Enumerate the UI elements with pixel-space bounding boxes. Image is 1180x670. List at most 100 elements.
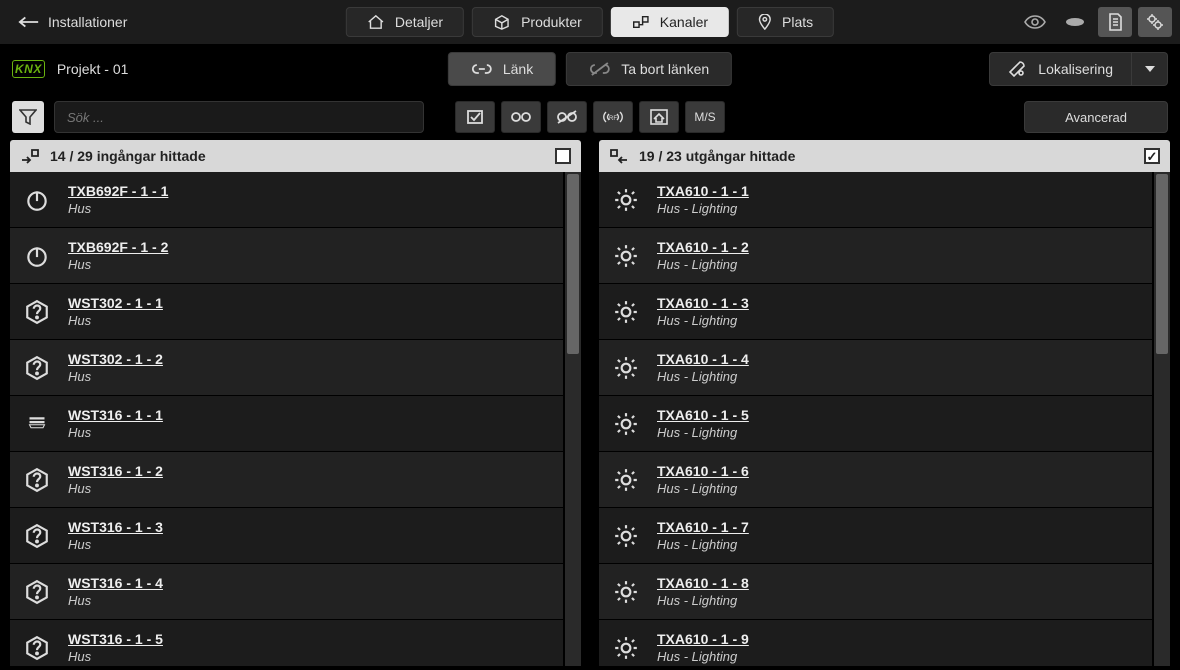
item-subtitle: Hus — [68, 257, 168, 272]
connector-icon — [1064, 16, 1086, 28]
inputs-scrollbar[interactable] — [565, 172, 581, 666]
item-subtitle: Hus - Lighting — [657, 201, 749, 216]
filter-ms-button[interactable]: M/S — [685, 101, 725, 133]
light-icon — [613, 299, 639, 325]
item-title: TXA610 - 1 - 9 — [657, 631, 749, 647]
pin-icon — [758, 14, 772, 30]
inputs-header-text: 14 / 29 ingångar hittade — [50, 148, 206, 164]
outputs-arrow-icon — [609, 148, 629, 164]
unlink-label: Ta bort länken — [621, 61, 709, 77]
nav-plats[interactable]: Plats — [737, 7, 834, 37]
outputs-select-all-checkbox[interactable] — [1144, 148, 1160, 164]
question-icon — [24, 299, 50, 325]
list-item[interactable]: WST316 - 1 - 3Hus — [10, 508, 563, 564]
item-subtitle: Hus - Lighting — [657, 369, 749, 384]
link-icon — [471, 63, 493, 75]
settings-icon-button[interactable] — [1138, 7, 1172, 37]
list-item[interactable]: WST316 - 1 - 5Hus — [10, 620, 563, 666]
localize-label: Lokalisering — [1038, 61, 1113, 77]
nav-kanaler-label: Kanaler — [660, 14, 708, 30]
unlink-button[interactable]: Ta bort länken — [566, 52, 732, 86]
item-title: TXA610 - 1 - 1 — [657, 183, 749, 199]
list-item[interactable]: TXA610 - 1 - 6 Hus - Lighting — [599, 452, 1152, 508]
link-button[interactable]: Länk — [448, 52, 556, 86]
list-item[interactable]: TXB692F - 1 - 1Hus — [10, 172, 563, 228]
back-button[interactable]: Installationer — [8, 8, 137, 36]
eye-icon — [1024, 15, 1046, 29]
list-item[interactable]: TXA610 - 1 - 9 Hus - Lighting — [599, 620, 1152, 666]
light-icon — [613, 411, 639, 437]
filter-unlinked-button[interactable] — [547, 101, 587, 133]
item-subtitle: Hus - Lighting — [657, 481, 749, 496]
list-item[interactable]: TXA610 - 1 - 2Hus - Lighting — [599, 228, 1152, 284]
light-icon — [613, 187, 639, 213]
document-icon-button[interactable] — [1098, 7, 1132, 37]
filter-button[interactable] — [12, 101, 44, 133]
item-title: TXA610 - 1 - 5 — [657, 407, 749, 423]
back-arrow-icon — [18, 15, 40, 29]
nav-produkter-label: Produkter — [521, 14, 582, 30]
ms-label: M/S — [694, 110, 715, 124]
blinds-icon — [24, 411, 50, 437]
inputs-select-all-checkbox[interactable] — [555, 148, 571, 164]
inputs-list[interactable]: TXB692F - 1 - 1HusTXB692F - 1 - 2HusWST3… — [10, 172, 565, 666]
localize-dropdown[interactable] — [1132, 52, 1168, 86]
item-title: WST316 - 1 - 3 — [68, 519, 163, 535]
advanced-label: Avancerad — [1065, 110, 1127, 125]
power-icon — [24, 187, 50, 213]
list-item[interactable]: WST316 - 1 - 4Hus — [10, 564, 563, 620]
item-title: TXA610 - 1 - 3 — [657, 295, 749, 311]
house-icon — [367, 14, 385, 30]
localize-button[interactable]: Lokalisering — [989, 52, 1132, 86]
box-icon — [493, 14, 511, 30]
unlink-icon — [589, 62, 611, 76]
filter-rf-button[interactable]: RF — [593, 101, 633, 133]
light-icon — [613, 523, 639, 549]
item-subtitle: Hus — [68, 649, 163, 664]
item-title: WST316 - 1 - 4 — [68, 575, 163, 591]
item-subtitle: Hus - Lighting — [657, 593, 749, 608]
linked-icon — [510, 111, 532, 123]
nav-produkter[interactable]: Produkter — [472, 7, 603, 37]
svg-text:RF: RF — [609, 116, 617, 122]
item-subtitle: Hus — [68, 481, 163, 496]
nav-detaljer[interactable]: Detaljer — [346, 7, 464, 37]
list-item[interactable]: WST302 - 1 - 1Hus — [10, 284, 563, 340]
list-item[interactable]: TXA610 - 1 - 7Hus - Lighting — [599, 508, 1152, 564]
item-title: TXB692F - 1 - 2 — [68, 239, 168, 255]
channels-icon — [632, 14, 650, 30]
item-subtitle: Hus - Lighting — [657, 649, 749, 664]
eye-icon-button[interactable] — [1018, 7, 1052, 37]
item-title: WST316 - 1 - 2 — [68, 463, 163, 479]
item-title: TXA610 - 1 - 2 — [657, 239, 749, 255]
outputs-panel: 19 / 23 utgångar hittade TXA610 - 1 - 1 H… — [599, 140, 1170, 666]
filter-home-button[interactable] — [639, 101, 679, 133]
list-item[interactable]: TXA610 - 1 - 5Hus - Lighting — [599, 396, 1152, 452]
project-name: Projekt - 01 — [57, 61, 129, 77]
light-icon — [613, 579, 639, 605]
list-item[interactable]: TXA610 - 1 - 3Hus - Lighting — [599, 284, 1152, 340]
inputs-header: 14 / 29 ingångar hittade — [10, 140, 581, 172]
list-item[interactable]: WST316 - 1 - 2 Hus — [10, 452, 563, 508]
outputs-list[interactable]: TXA610 - 1 - 1Hus - LightingTXA610 - 1 -… — [599, 172, 1154, 666]
question-icon — [24, 635, 50, 661]
filter-linked-button[interactable] — [501, 101, 541, 133]
search-input[interactable] — [54, 101, 424, 133]
list-item[interactable]: TXA610 - 1 - 8 Hus - Lighting — [599, 564, 1152, 620]
list-item[interactable]: TXA610 - 1 - 1 Hus - Lighting — [599, 172, 1152, 228]
list-item[interactable]: WST302 - 1 - 2Hus — [10, 340, 563, 396]
connector-icon-button[interactable] — [1058, 7, 1092, 37]
filter-check-button[interactable] — [455, 101, 495, 133]
outputs-scrollbar[interactable] — [1154, 172, 1170, 666]
item-title: TXA610 - 1 - 6 — [657, 463, 749, 479]
wrench-icon — [1008, 60, 1026, 78]
list-item[interactable]: TXA610 - 1 - 4Hus - Lighting — [599, 340, 1152, 396]
nav-kanaler[interactable]: Kanaler — [611, 7, 729, 37]
item-subtitle: Hus — [68, 425, 163, 440]
question-icon — [24, 355, 50, 381]
list-item[interactable]: TXB692F - 1 - 2 Hus — [10, 228, 563, 284]
outputs-header: 19 / 23 utgångar hittade — [599, 140, 1170, 172]
item-title: TXA610 - 1 - 8 — [657, 575, 749, 591]
advanced-button[interactable]: Avancerad — [1024, 101, 1168, 133]
list-item[interactable]: WST316 - 1 - 1Hus — [10, 396, 563, 452]
